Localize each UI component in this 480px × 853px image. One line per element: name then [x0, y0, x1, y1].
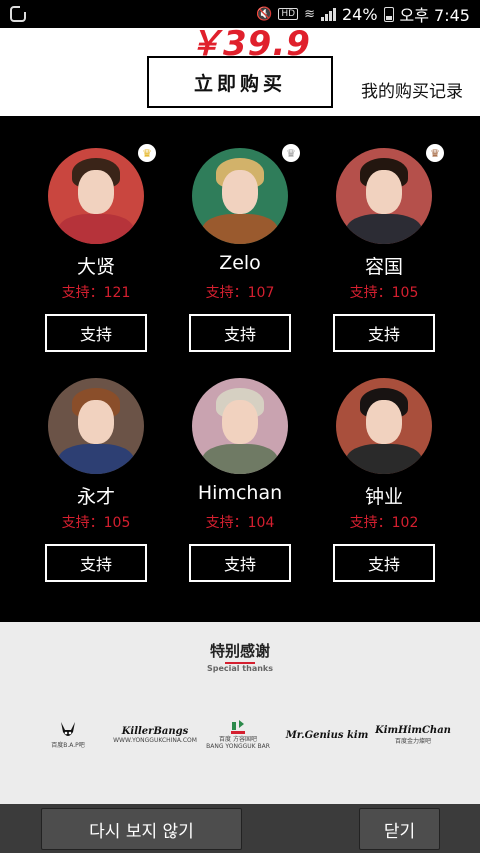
member-name: 永才 — [76, 486, 115, 508]
battery-percent: 24% — [341, 4, 378, 24]
silver-crown-icon: ♛ — [282, 144, 300, 162]
member-card: ♛ Zelo 支持：107 支持 — [168, 144, 312, 352]
battery-icon — [383, 6, 394, 22]
bang-logo-icon — [231, 720, 245, 734]
member-card: ♛ 容国 支持：105 支持 — [312, 144, 456, 352]
app-notification-icon — [10, 6, 26, 22]
support-button[interactable]: 支持 — [45, 544, 147, 582]
member-avatar — [48, 378, 144, 474]
member-name: 大贤 — [76, 256, 115, 278]
support-count: 支持：104 — [205, 515, 275, 531]
sponsor-logo: 百度B.A.P吧 — [44, 718, 92, 752]
special-thanks-section: 特别感谢 Special thanks 百度B.A.P吧 KillerBangs… — [0, 622, 480, 804]
sponsor-logo: KimHimChan 百度金力燦吧 — [375, 725, 451, 745]
support-count: 支持：105 — [61, 515, 131, 531]
member-avatar — [192, 148, 288, 244]
buy-now-button[interactable]: 立即购买 — [147, 56, 333, 108]
support-count: 支持：102 — [349, 515, 419, 531]
member-grid: ♛ 大贤 支持：121 支持 ♛ Zelo 支持：107 支持 ♛ 容国 支持：… — [0, 116, 480, 622]
purchase-records-link[interactable]: 我的购买记录 — [361, 77, 463, 102]
support-button[interactable]: 支持 — [333, 314, 435, 352]
thanks-title: 特别感谢 — [209, 642, 270, 660]
dont-show-again-button[interactable]: 다시 보지 않기 — [41, 808, 242, 850]
member-card: 钟业 支持：102 支持 — [312, 378, 456, 582]
clock: 오후 7:45 — [399, 6, 470, 25]
member-card: Himchan 支持：104 支持 — [168, 378, 312, 582]
sponsor-logo: 百度 方容国吧 BANG YONGGUK BAR — [206, 718, 270, 752]
member-name: Himchan — [197, 482, 283, 504]
support-count: 支持：105 — [349, 285, 419, 301]
signal-icon — [320, 7, 336, 21]
bunny-logo-icon — [61, 721, 75, 736]
support-button[interactable]: 支持 — [189, 544, 291, 582]
thanks-subtitle: Special thanks — [206, 664, 274, 673]
support-button[interactable]: 支持 — [45, 314, 147, 352]
purchase-section: ￥39.9 立即购买 我的购买记录 — [0, 24, 480, 116]
member-name: Zelo — [219, 252, 261, 274]
sponsor-logo: KillerBangs WWW.YONGGUKCHINA.COM — [113, 726, 197, 744]
member-avatar — [336, 378, 432, 474]
member-avatar — [192, 378, 288, 474]
bottom-action-bar: 다시 보지 않기 닫기 — [0, 804, 480, 853]
close-button[interactable]: 닫기 — [359, 808, 440, 850]
gold-crown-icon: ♛ — [138, 144, 156, 162]
member-name: 钟业 — [364, 486, 403, 508]
support-button[interactable]: 支持 — [189, 314, 291, 352]
member-name: 容国 — [364, 256, 403, 278]
bronze-crown-icon: ♛ — [426, 144, 444, 162]
support-count: 支持：107 — [205, 285, 275, 301]
support-button[interactable]: 支持 — [333, 544, 435, 582]
sponsor-logo: Mr.Genius kim — [285, 729, 369, 741]
member-avatar — [336, 148, 432, 244]
member-card: ♛ 大贤 支持：121 支持 — [24, 144, 168, 352]
member-avatar — [48, 148, 144, 244]
support-count: 支持：121 — [61, 285, 131, 301]
member-card: 永才 支持：105 支持 — [24, 378, 168, 582]
